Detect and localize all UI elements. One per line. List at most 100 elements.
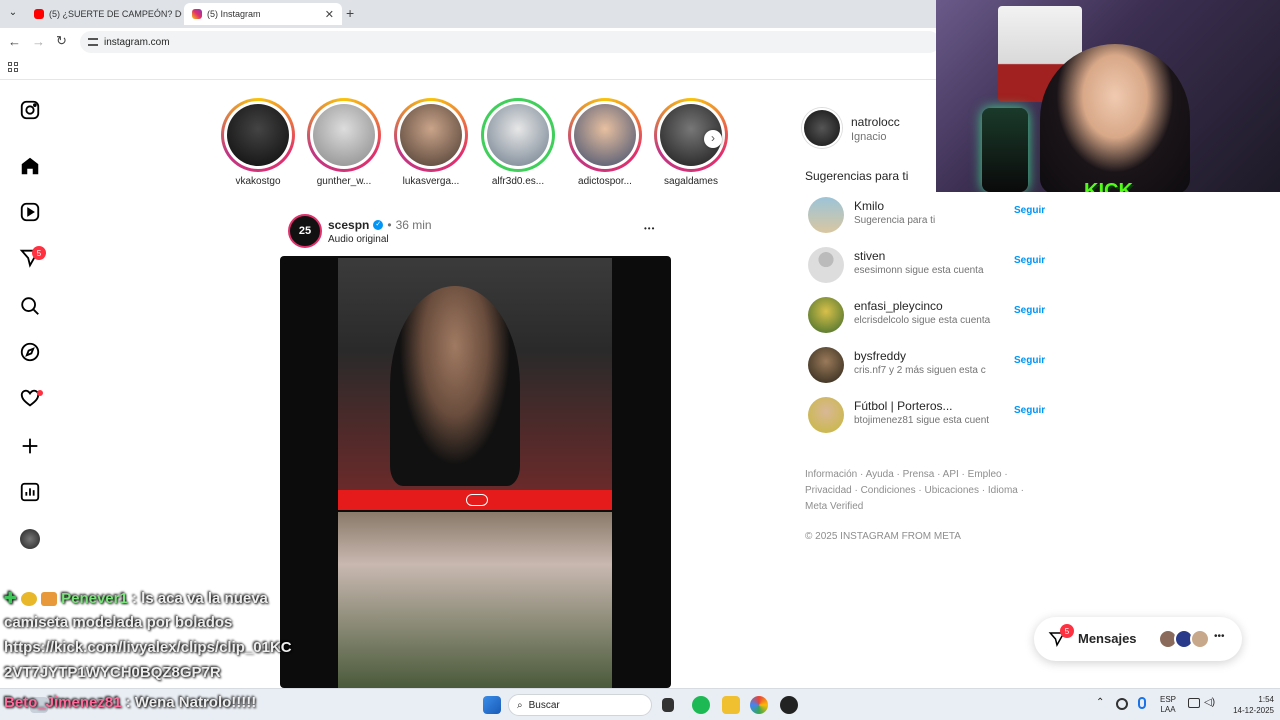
story-avatar (227, 104, 289, 166)
tab-instagram[interactable]: (5) Instagram ✕ (184, 3, 342, 25)
home-icon[interactable] (18, 154, 42, 178)
profile-avatar[interactable] (20, 529, 40, 549)
suggestion-name[interactable]: stiven (854, 249, 885, 263)
microphone (982, 108, 1028, 192)
story-username: adictospor... (578, 176, 632, 187)
story-avatar (313, 104, 375, 166)
post-time: 36 min (395, 218, 432, 232)
site-info-icon[interactable] (88, 38, 98, 46)
chrome-icon[interactable] (750, 696, 768, 714)
suggestion-name[interactable]: Kmilo (854, 199, 884, 213)
story-item[interactable]: lukasverga... (391, 98, 471, 187)
story-item[interactable]: adictospor... (565, 98, 645, 187)
file-explorer-icon[interactable] (722, 696, 740, 714)
app-icon[interactable] (780, 696, 798, 714)
follow-button[interactable]: Seguir (1014, 255, 1045, 266)
tray-app-icon[interactable] (1116, 698, 1128, 710)
chat-text: 2VT7JYTP1WYCH0BQZ8GP7R (4, 664, 221, 681)
suggestion-avatar[interactable] (808, 197, 844, 233)
search-icon[interactable] (18, 294, 42, 318)
story-avatar (574, 104, 636, 166)
story-username: alfr3d0.es... (491, 176, 545, 187)
clock[interactable]: 1:54 14-12-2025 (1224, 694, 1274, 716)
story-avatar (487, 104, 549, 166)
taskview-icon[interactable] (662, 698, 674, 712)
post-video[interactable] (280, 256, 671, 688)
url-field[interactable]: instagram.com (80, 31, 940, 53)
suggestion-avatar[interactable] (808, 297, 844, 333)
stories-next-button[interactable]: › (704, 130, 722, 148)
youtube-icon (34, 9, 44, 19)
chat-message: ✚ Penever1 : ls aca va la nueva (4, 589, 268, 607)
suggestion-avatar[interactable] (808, 247, 844, 283)
emote-icon (40, 592, 57, 607)
back-icon[interactable]: ← (8, 34, 21, 49)
story-username: sagaldames (664, 176, 718, 187)
microphone-icon[interactable] (1138, 697, 1146, 709)
tab-list-button[interactable]: ⌄ (6, 7, 20, 21)
suggestion-avatar[interactable] (808, 347, 844, 383)
footer-links-2[interactable]: Privacidad · Condiciones · Ubicaciones ·… (805, 485, 1024, 496)
forward-icon[interactable]: → (32, 34, 45, 49)
close-icon[interactable]: ✕ (319, 8, 334, 21)
story-ring (481, 98, 555, 172)
suggestion-row: Fútbol | Porteros... btojimenez81 sigue … (806, 397, 1046, 441)
suggestion-name[interactable]: bysfreddy (854, 349, 906, 363)
post-more-button[interactable]: ••• (644, 224, 655, 233)
suggestion-row: stiven esesimonn sigue esta cuenta Segui… (806, 247, 1046, 291)
apps-grid-icon[interactable] (8, 62, 18, 72)
lang-layout: LAA (1160, 705, 1176, 714)
spotify-icon[interactable] (692, 696, 710, 714)
follow-button[interactable]: Seguir (1014, 205, 1045, 216)
tab-youtube[interactable]: (5) ¿SUERTE DE CAMPEÓN? DO ✕ (26, 3, 182, 25)
create-icon[interactable] (18, 434, 42, 458)
taskbar-search[interactable]: ⌕ Buscar (508, 694, 652, 716)
story-username: lukasverga... (402, 176, 460, 187)
suggestion-subtitle: esesimonn sigue esta cuenta (854, 265, 984, 276)
chat-username: Penever1 (61, 590, 128, 607)
display-icon[interactable] (1188, 698, 1200, 708)
reels-icon[interactable] (18, 200, 42, 224)
language-indicator[interactable]: ESP LAA (1160, 695, 1176, 715)
chat-text: https://kick.com/livyalex/clips/clip_01K… (4, 639, 292, 656)
lang-code: ESP (1160, 695, 1177, 704)
suggestion-name[interactable]: enfasi_pleycinco (854, 299, 943, 313)
messages-button[interactable]: 5 Mensajes ••• (1034, 617, 1242, 661)
instagram-logo-icon[interactable] (18, 98, 42, 122)
own-username[interactable]: natrolocc (851, 115, 900, 129)
explore-icon[interactable] (18, 340, 42, 364)
search-icon: ⌕ (517, 699, 523, 711)
new-tab-button[interactable]: + (346, 5, 354, 21)
kick-logo: KICK (1084, 180, 1133, 192)
suggestion-name[interactable]: Fútbol | Porteros... (854, 399, 953, 413)
post-username[interactable]: scespn (328, 218, 369, 232)
tray-chevron-icon[interactable]: ⌃ (1096, 697, 1104, 708)
copyright: © 2025 INSTAGRAM FROM META (805, 531, 961, 542)
follow-button[interactable]: Seguir (1014, 355, 1045, 366)
footer-links-3[interactable]: Meta Verified (805, 501, 863, 512)
reload-icon[interactable]: ↻ (56, 33, 67, 49)
volume-icon[interactable]: ◁) (1204, 697, 1215, 708)
post-avatar[interactable]: 25 (288, 214, 322, 248)
follow-button[interactable]: Seguir (1014, 305, 1045, 316)
own-profile-avatar[interactable] (802, 108, 842, 148)
suggestion-subtitle: cris.nf7 y 2 más siguen esta c (854, 365, 986, 376)
follow-button[interactable]: Seguir (1014, 405, 1045, 416)
story-item[interactable]: alfr3d0.es... (478, 98, 558, 187)
suggestion-row: enfasi_pleycinco elcrisdelcolo sigue est… (806, 297, 1046, 341)
footer-links-1[interactable]: Información · Ayuda · Prensa · API · Emp… (805, 469, 1008, 480)
streamer-person (1040, 44, 1190, 192)
tab-title: (5) Instagram (207, 9, 261, 19)
dashboard-icon[interactable] (18, 480, 42, 504)
suggestion-avatar[interactable] (808, 397, 844, 433)
story-ring (221, 98, 295, 172)
story-item[interactable]: vkakostgo (218, 98, 298, 187)
windows-start-icon[interactable] (483, 696, 501, 714)
instagram-icon (192, 9, 202, 19)
story-ring (307, 98, 381, 172)
chat-text: : Wena Natrolo!!!!! (125, 694, 257, 711)
suggestions-title: Sugerencias para ti (805, 169, 909, 183)
post-audio[interactable]: Audio original (328, 234, 389, 245)
verified-icon: ✓ (373, 220, 384, 230)
story-item[interactable]: gunther_w... (304, 98, 384, 187)
